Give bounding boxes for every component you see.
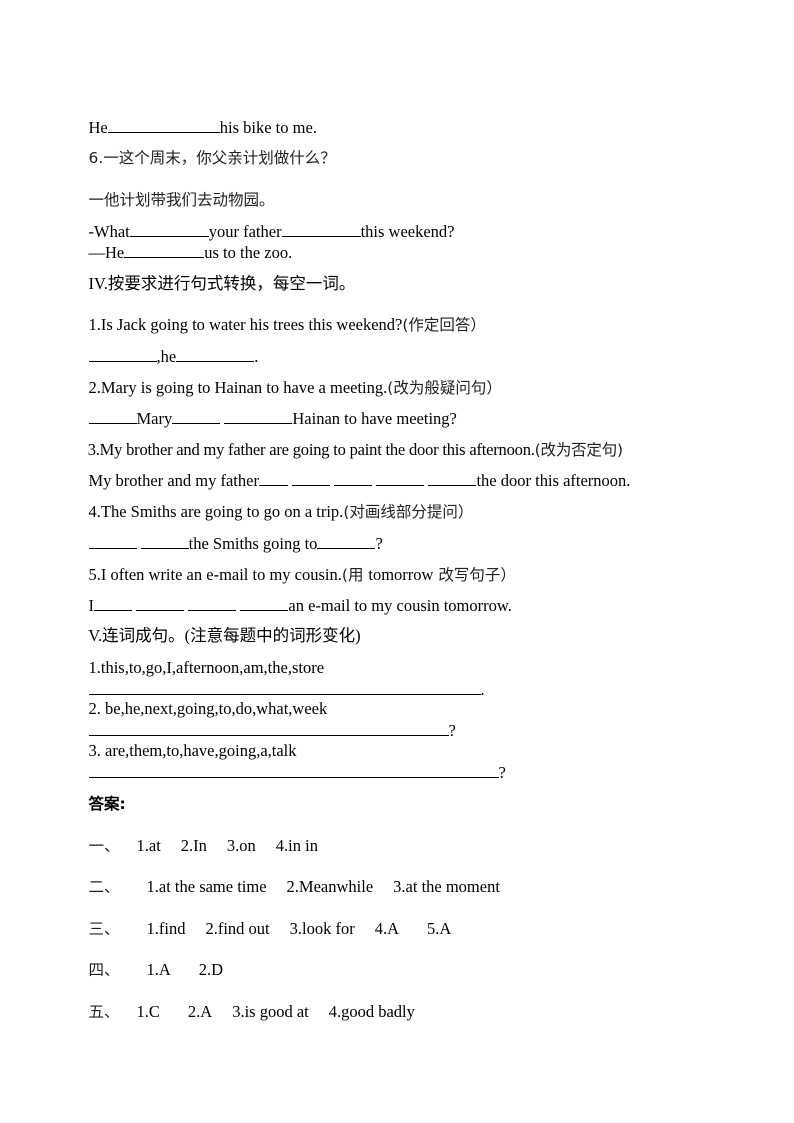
section-iv-title-text: IV.按要求进行句式转换，每空一词。 <box>88 274 356 293</box>
answer-item: 4.good badly <box>328 1002 415 1021</box>
text: this weekend? <box>360 222 455 241</box>
answer-item: 2.Meanwhile <box>286 877 374 896</box>
answer-item: 1.find <box>146 919 186 938</box>
answer-row-label: 四、 <box>88 961 120 979</box>
answer-row-label: 五、 <box>88 1003 120 1021</box>
answer-item: 4.A <box>374 919 400 938</box>
answer-item: 3.on <box>226 836 256 855</box>
answer-item: 3.look for <box>289 919 355 938</box>
answer-item: 2.In <box>180 836 207 855</box>
q6-prompt-text: 6.一这个周末，你父亲计划做什么？ <box>88 149 336 167</box>
answer-item: 4.in in <box>275 836 318 855</box>
answer-item: 1.at the same time <box>146 877 267 896</box>
answer-item: 1.C <box>136 1002 160 1021</box>
answers-title-text: 答案: <box>88 795 126 813</box>
v-a3: ? <box>72 742 506 803</box>
answer-item: 3.at the moment <box>393 877 500 896</box>
text: the door this afternoon. <box>476 471 631 490</box>
text: . <box>480 680 485 699</box>
text: ? <box>448 721 456 740</box>
answer-item: 3.is good at <box>232 1002 309 1021</box>
blank-field[interactable] <box>281 221 361 237</box>
text: ? <box>498 763 506 782</box>
instruction-text: (作定回答） <box>402 316 486 334</box>
answer-item: 5.A <box>427 919 452 938</box>
answer-blank[interactable] <box>88 762 499 778</box>
answer-item: 1.at <box>136 836 161 855</box>
answer-row-5: 五、 1.C 2.A 3.is good at 4.good badly <box>72 982 415 1042</box>
answer-row-label: 三、 <box>88 920 120 938</box>
answer-row-label: 一、 <box>88 837 120 855</box>
answer-item: 1.A <box>146 960 171 979</box>
answer-item: 2.find out <box>205 919 270 938</box>
document-page: He his bike to me. 6.一这个周末，你父亲计划做什么？ 一他计划… <box>0 0 794 1123</box>
answer-item: 2.D <box>198 960 224 979</box>
answer-row-label: 二、 <box>88 878 120 896</box>
answer-item: 2.A <box>187 1002 213 1021</box>
